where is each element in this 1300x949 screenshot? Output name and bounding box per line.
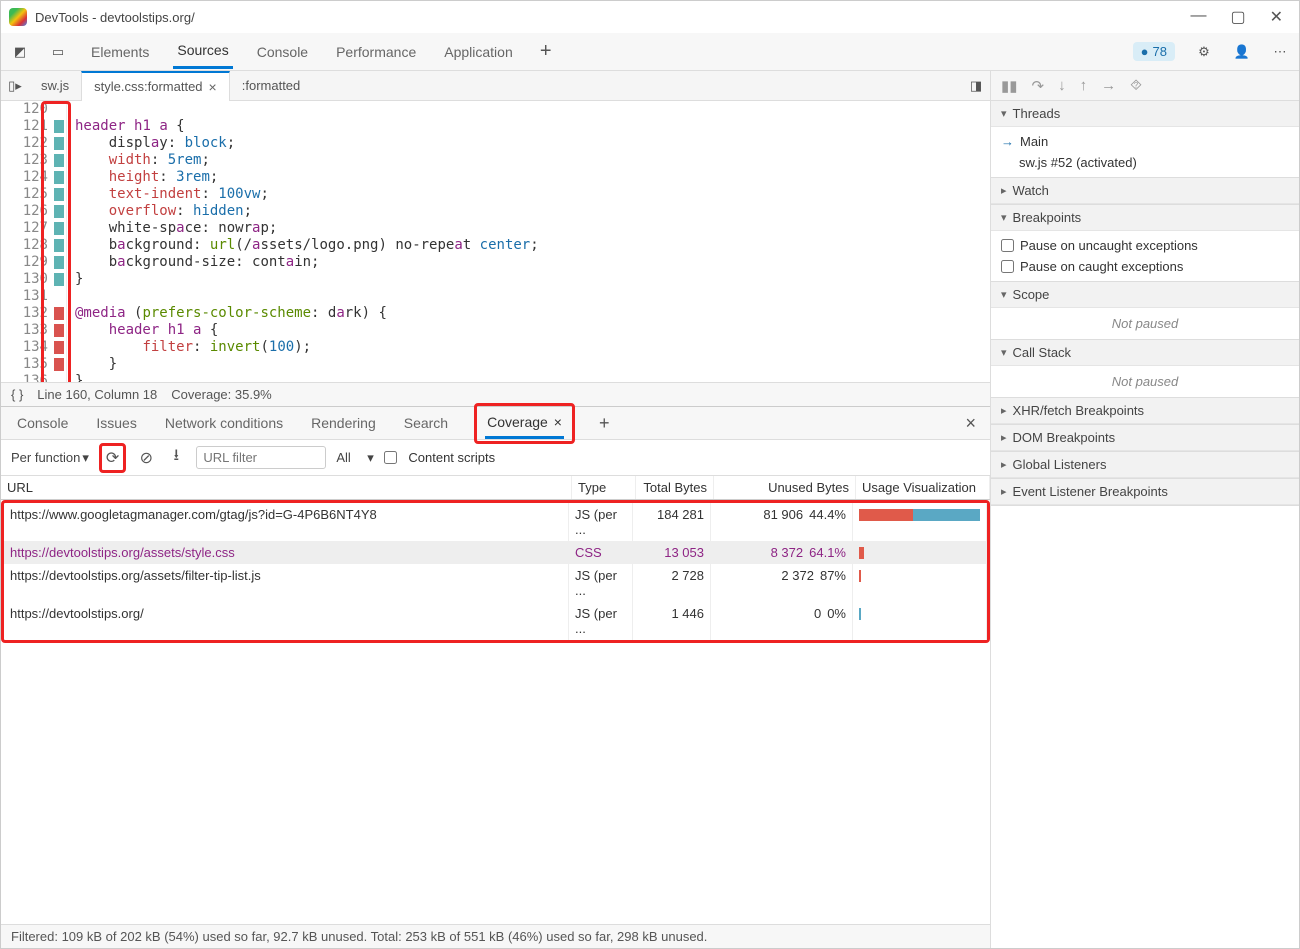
section-watch[interactable]: Watch	[991, 178, 1299, 204]
coverage-row[interactable]: https://devtoolstips.org/assets/style.cs…	[4, 541, 987, 564]
deactivate-breakpoints-icon[interactable]: ⯑	[1130, 77, 1142, 94]
coverage-row[interactable]: https://devtoolstips.org/JS (per ...1 44…	[4, 602, 987, 640]
drawer-tab-rendering[interactable]: Rendering	[309, 409, 378, 437]
tab-console[interactable]: Console	[253, 36, 312, 68]
section-dom-breakpoints[interactable]: DOM Breakpoints	[991, 425, 1299, 451]
window-title: DevTools - devtoolstips.org/	[35, 10, 1190, 25]
account-icon[interactable]: 👤	[1233, 43, 1251, 61]
callstack-not-paused: Not paused	[991, 366, 1299, 397]
section-call-stack[interactable]: Call Stack	[991, 340, 1299, 366]
section-xhr-breakpoints[interactable]: XHR/fetch Breakpoints	[991, 398, 1299, 424]
step-out-icon[interactable]: ↑	[1080, 77, 1088, 94]
coverage-row[interactable]: https://www.googletagmanager.com/gtag/js…	[4, 503, 987, 541]
url-filter-input[interactable]	[196, 446, 326, 469]
settings-icon[interactable]: ⚙	[1195, 43, 1213, 61]
file-tab-swjs[interactable]: sw.js	[29, 71, 81, 101]
content-scripts-checkbox[interactable]: Content scripts	[384, 450, 495, 465]
coverage-percent: Coverage: 35.9%	[171, 387, 271, 402]
col-unused-bytes[interactable]: Unused Bytes	[714, 476, 856, 499]
section-event-listener-breakpoints[interactable]: Event Listener Breakpoints	[991, 479, 1299, 505]
coverage-table: URL Type Total Bytes Unused Bytes Usage …	[1, 476, 990, 643]
file-tabs: ▯▸ sw.js style.css:formatted× :formatted…	[1, 71, 990, 101]
pretty-print-icon[interactable]: { }	[11, 387, 23, 402]
drawer-tab-issues[interactable]: Issues	[94, 409, 138, 437]
line-gutter: 1201211221231241251261271281291301311321…	[1, 101, 67, 382]
step-over-icon[interactable]: ↷	[1032, 77, 1045, 95]
tab-application[interactable]: Application	[440, 36, 517, 68]
coverage-type-select[interactable]: All ▾	[336, 450, 373, 466]
scope-not-paused: Not paused	[991, 308, 1299, 339]
debugger-toolbar: ▮▮ ↷ ↓ ↑ → ⯑	[991, 71, 1299, 101]
pause-icon[interactable]: ▮▮	[1001, 77, 1018, 95]
section-scope[interactable]: Scope	[991, 282, 1299, 308]
annotation-coverage-tab-highlight: Coverage×	[474, 403, 575, 444]
drawer-tabs: Console Issues Network conditions Render…	[1, 406, 990, 440]
col-type[interactable]: Type	[572, 476, 636, 499]
close-tab-icon[interactable]: ×	[209, 79, 217, 95]
coverage-table-header: URL Type Total Bytes Unused Bytes Usage …	[1, 476, 990, 500]
export-icon[interactable]: ⭳	[166, 444, 186, 471]
code-editor[interactable]: 1201211221231241251261271281291301311321…	[1, 101, 990, 382]
app-favicon	[9, 8, 27, 26]
step-into-icon[interactable]: ↓	[1058, 77, 1066, 94]
cursor-position: Line 160, Column 18	[37, 387, 157, 402]
hide-navigator-icon[interactable]: ◨	[962, 78, 990, 94]
section-threads[interactable]: Threads	[991, 101, 1299, 127]
minimize-icon[interactable]: —	[1190, 7, 1206, 27]
close-drawer-tab-icon[interactable]: ×	[554, 414, 562, 430]
more-icon[interactable]: ⋯	[1271, 43, 1289, 61]
annotation-coverage-rows-highlight: https://www.googletagmanager.com/gtag/js…	[1, 500, 990, 643]
col-url[interactable]: URL	[1, 476, 572, 499]
drawer-tab-console[interactable]: Console	[15, 409, 70, 437]
coverage-row[interactable]: https://devtoolstips.org/assets/filter-t…	[4, 564, 987, 602]
main-toolbar: ◩ ▭ Elements Sources Console Performance…	[1, 33, 1299, 71]
thread-sw[interactable]: sw.js #52 (activated)	[1001, 152, 1289, 173]
coverage-footer: Filtered: 109 kB of 202 kB (54%) used so…	[1, 924, 990, 948]
step-icon[interactable]: →	[1101, 77, 1116, 94]
pause-caught-checkbox[interactable]: Pause on caught exceptions	[1001, 256, 1289, 277]
col-total-bytes[interactable]: Total Bytes	[636, 476, 714, 499]
add-tab-icon[interactable]: +	[537, 43, 555, 61]
coverage-toolbar: Per function▾ ⟳ ⊘ ⭳ All ▾ Content script…	[1, 440, 990, 476]
navigator-icon[interactable]: ▯▸	[1, 78, 29, 94]
add-drawer-tab-icon[interactable]: +	[599, 413, 610, 434]
section-breakpoints[interactable]: Breakpoints	[991, 205, 1299, 231]
tab-elements[interactable]: Elements	[87, 36, 153, 68]
file-tab-formatted[interactable]: :formatted	[230, 71, 313, 101]
window-titlebar: DevTools - devtoolstips.org/ — ▢ ✕	[1, 1, 1299, 33]
inspect-icon[interactable]: ◩	[11, 43, 29, 61]
thread-main[interactable]: →Main	[1001, 131, 1289, 152]
drawer-tab-coverage[interactable]: Coverage×	[485, 408, 564, 439]
section-global-listeners[interactable]: Global Listeners	[991, 452, 1299, 478]
file-tab-stylecss[interactable]: style.css:formatted×	[81, 71, 230, 101]
coverage-mode-select[interactable]: Per function▾	[11, 450, 89, 466]
debugger-sidebar: ▮▮ ↷ ↓ ↑ → ⯑ Threads →Main sw.js #52 (ac…	[991, 71, 1299, 948]
pause-uncaught-checkbox[interactable]: Pause on uncaught exceptions	[1001, 235, 1289, 256]
issues-badge[interactable]: 78	[1133, 42, 1175, 61]
annotation-reload-highlight: ⟳	[99, 443, 126, 473]
tab-sources[interactable]: Sources	[173, 34, 232, 69]
tab-performance[interactable]: Performance	[332, 36, 420, 68]
col-usage-visualization[interactable]: Usage Visualization	[856, 476, 990, 499]
drawer-tab-search[interactable]: Search	[402, 409, 450, 437]
maximize-icon[interactable]: ▢	[1230, 7, 1245, 27]
code-area[interactable]: header h1 a { display: block; width: 5re…	[67, 101, 990, 382]
device-icon[interactable]: ▭	[49, 43, 67, 61]
close-icon[interactable]: ✕	[1270, 7, 1283, 27]
reload-icon[interactable]: ⟳	[106, 450, 119, 467]
drawer-tab-network-conditions[interactable]: Network conditions	[163, 409, 285, 437]
clear-icon[interactable]: ⊘	[136, 448, 156, 468]
close-drawer-icon[interactable]: ×	[965, 413, 976, 434]
